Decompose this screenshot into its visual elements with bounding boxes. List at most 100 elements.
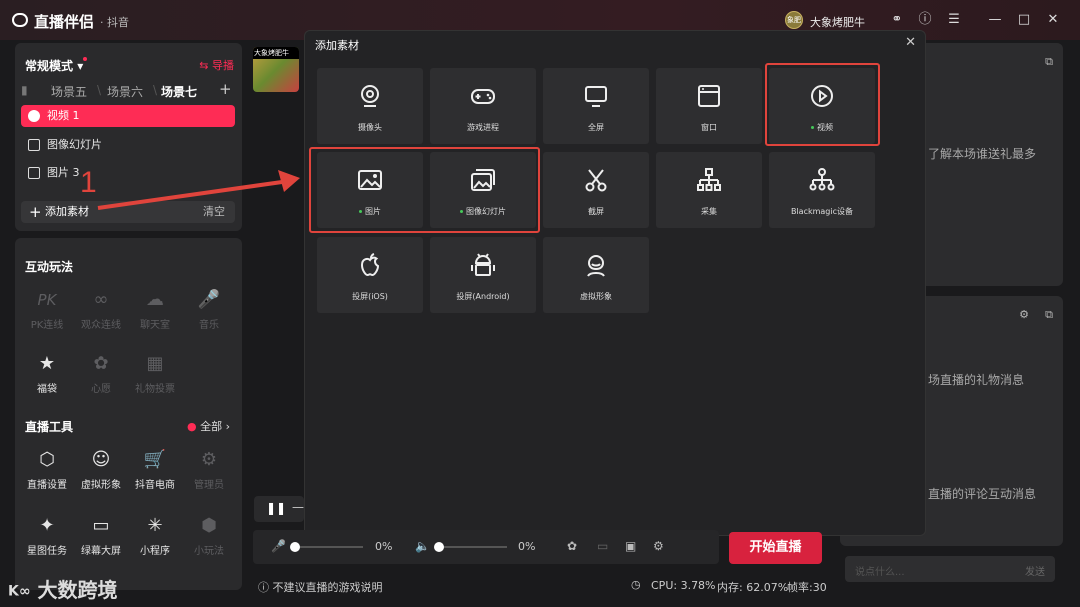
perf-icon: ◷ (631, 578, 641, 591)
popout-icon[interactable]: ⧉ (1045, 55, 1053, 69)
wish-tool[interactable]: ✿ 心愿 (73, 352, 129, 395)
scene-panel: 常规模式 ▾ ⇆ 导播 ▮ \ 场景五 \ 场景六 \ 场景七 + 视频 1 图… (15, 43, 242, 231)
tile-fullscreen[interactable]: 全屏 (543, 68, 649, 144)
add-source-bar: + 添加素材 清空 (21, 201, 235, 223)
capture-icon (656, 166, 762, 194)
gift-message-hint: 场直播的礼物消息 (928, 373, 1025, 387)
app-title: 直播伴侣 (34, 13, 95, 31)
menu-icon[interactable]: ☰ (945, 11, 963, 29)
tile-capture[interactable]: 采集 (656, 152, 762, 228)
camera-icon (317, 82, 423, 110)
tab-scene-6[interactable]: 场景六 (107, 83, 143, 100)
speaker-volume-value: 0% (518, 540, 536, 553)
source-item-slideshow[interactable]: 图像幻灯片 (21, 134, 235, 156)
image-icon (28, 167, 40, 179)
vote-icon: ▦ (146, 353, 164, 374)
watermark: K∞ 大数跨境 (8, 578, 118, 602)
mic-volume-value: 0% (375, 540, 393, 553)
tab-scene-7[interactable]: 场景七 (161, 83, 197, 100)
gift-vote-tool[interactable]: ▦ 礼物投票 (127, 352, 183, 395)
platform-label: · 抖音 (100, 16, 129, 29)
tab-scene-5[interactable]: 场景五 (51, 83, 87, 100)
virtual-avatar-icon (543, 251, 649, 279)
tile-android-cast[interactable]: 投屏(Android) (430, 237, 536, 313)
mini-game-icon: ⬢ (201, 515, 217, 536)
gift-rank-hint: 了解本场谁送礼最多 (928, 147, 1037, 161)
tile-window[interactable]: 窗口 (656, 68, 762, 144)
mode-selector[interactable]: 常规模式 ▾ (25, 57, 88, 74)
add-scene-icon[interactable]: + (219, 80, 232, 98)
tile-game[interactable]: 游戏进程 (430, 68, 536, 144)
screen-icon[interactable]: ▭ (597, 539, 608, 553)
clear-button[interactable]: 清空 (203, 201, 225, 223)
start-live-button[interactable]: 开始直播 (729, 532, 822, 564)
playback-bar: ❚❚ — (254, 496, 304, 522)
lucky-bag-tool[interactable]: ★ 福袋 (19, 352, 75, 395)
help-icon[interactable]: ⓘ (916, 11, 934, 29)
avatar[interactable]: 象肥 (785, 11, 803, 29)
chat-input[interactable]: 说点什么... 发送 (845, 556, 1055, 582)
watermark-logo-icon: K∞ (8, 583, 31, 600)
annotation-number: 1 (80, 166, 97, 199)
settings-icon[interactable]: ⚙ (653, 539, 664, 553)
tools-panel: 互动玩法 PK PK连线 ∞ 观众连线 ☁ 聊天室 🎤 音乐 ★ 福袋 ✿ 心愿 ▦ 礼物投票… (15, 238, 242, 590)
pk-link-tool[interactable]: PK PK连线 (19, 288, 75, 331)
dialog-close-icon[interactable]: ✕ (905, 35, 916, 50)
source-item-image[interactable]: 图片 3 (21, 162, 235, 184)
headset-icon[interactable]: ⚭ (888, 11, 906, 29)
wish-icon: ✿ (93, 353, 109, 374)
chat-icon: ☁ (146, 289, 164, 310)
guide-button[interactable]: ⇆ 导播 (199, 57, 234, 73)
chatroom-tool[interactable]: ☁ 聊天室 (127, 288, 183, 331)
pk-icon: PK (37, 291, 57, 309)
send-button[interactable]: 发送 (1025, 563, 1045, 578)
popout-icon[interactable]: ⧉ (1045, 308, 1053, 322)
dialog-title: 添加素材 (315, 39, 359, 52)
tools-title: 直播工具 (25, 420, 74, 434)
speaker-muted-icon[interactable]: 🔈 (415, 539, 430, 553)
settings-icon[interactable]: ⚙ (1019, 308, 1029, 321)
tile-blackmagic[interactable]: Blackmagic设备 (769, 152, 875, 228)
scissors-icon (543, 166, 649, 194)
add-source-button[interactable]: 添加素材 (45, 201, 89, 223)
camera-toggle-icon[interactable]: ▣ (625, 539, 636, 553)
link-icon: ∞ (93, 289, 109, 310)
comment-message-hint: 直播的评论互动消息 (928, 487, 1037, 501)
star-task-tool[interactable]: ✦ 星图任务 (19, 514, 75, 557)
mic-volume-slider[interactable] (290, 542, 363, 552)
tile-camera[interactable]: 摄像头 (317, 68, 423, 144)
tile-ios-cast[interactable]: 投屏(iOS) (317, 237, 423, 313)
window-icon (656, 82, 762, 110)
pause-icon[interactable]: ❚❚ (266, 501, 286, 515)
virtual-avatar-tool[interactable]: ☺ 虚拟形象 (73, 448, 129, 491)
preview-thumbnail: 大象烤肥牛 (253, 47, 299, 92)
lucky-bag-icon: ★ (38, 353, 56, 374)
speaker-volume-slider[interactable] (434, 542, 507, 552)
highlight-images (309, 147, 540, 233)
maximize-icon[interactable]: □ (1015, 11, 1033, 29)
music-tool[interactable]: 🎤 音乐 (181, 288, 237, 331)
live-settings-tool[interactable]: ⬡ 直播设置 (19, 448, 75, 491)
frame-rate: 帧率:30 (787, 581, 827, 594)
beauty-icon[interactable]: ✿ (567, 539, 577, 553)
mic-muted-icon[interactable]: 🎤 (271, 539, 286, 553)
settings-icon: ⬡ (39, 449, 55, 470)
info-icon: ⓘ (258, 581, 269, 594)
minimize-icon[interactable]: — (986, 11, 1004, 29)
play-icon (28, 110, 40, 122)
mini-program-tool[interactable]: ✳ 小程序 (127, 514, 183, 557)
green-screen-tool[interactable]: ▭ 绿幕大屏 (73, 514, 129, 557)
game-warning[interactable]: ⓘ 不建议直播的游戏说明 (258, 579, 383, 595)
close-icon[interactable]: ✕ (1044, 11, 1062, 29)
tile-virtual-avatar[interactable]: 虚拟形象 (543, 237, 649, 313)
audio-bar: 🎤 0% 🔈 0% ✿ ▭ ▣ ⚙ (253, 530, 719, 564)
mini-game-tool[interactable]: ⬢ 小玩法 (181, 514, 237, 557)
admin-tool[interactable]: ⚙ 管理员 (181, 448, 237, 491)
user-name[interactable]: 大象烤肥牛 (810, 14, 865, 30)
ecommerce-tool[interactable]: 🛒 抖音电商 (127, 448, 183, 491)
audience-link-tool[interactable]: ∞ 观众连线 (73, 288, 129, 331)
source-item-video[interactable]: 视频 1 (21, 105, 235, 127)
all-tools-link[interactable]: ● 全部 › (187, 418, 230, 434)
blackmagic-icon (769, 166, 875, 194)
tile-screenshot[interactable]: 截屏 (543, 152, 649, 228)
